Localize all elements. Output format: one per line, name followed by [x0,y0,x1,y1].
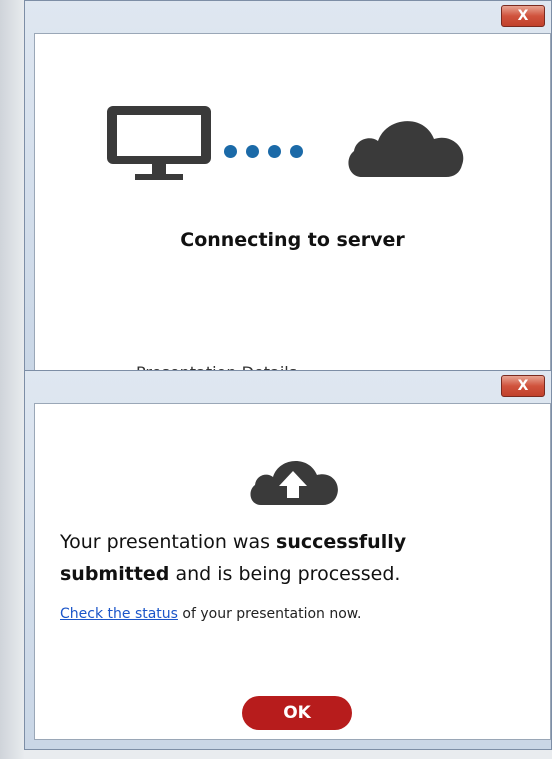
message-emphasis: submitted [60,563,170,585]
background-left-panel [0,0,24,759]
connecting-dialog: X Connecting to server [24,0,552,383]
ok-button[interactable]: OK [242,696,352,730]
check-status-link[interactable]: Check the status [60,606,178,622]
close-button[interactable]: X [501,375,545,397]
connection-dots [224,145,303,158]
connecting-status-text: Connecting to server [180,229,405,251]
dialog-titlebar[interactable]: X [25,1,551,33]
close-button[interactable]: X [501,5,545,27]
submission-success-dialog: X Your presentation was successfully sub… [24,370,552,750]
progress-dot [224,145,237,158]
message-text: and is being processed. [169,563,401,585]
cloud-icon [348,121,464,177]
progress-dot [246,145,259,158]
submission-message: Your presentation was successfully submi… [60,526,530,590]
cloud-upload-icon [250,460,338,505]
dialog-content: Connecting to server [34,33,551,373]
message-emphasis: successfully [276,531,407,553]
desktop-monitor-icon [107,106,211,180]
message-text: Your presentation was [60,531,277,553]
progress-dot [290,145,303,158]
status-suffix-text: of your presentation now. [177,606,362,622]
dialog-content: Your presentation was successfully submi… [34,403,551,740]
dialog-titlebar[interactable]: X [25,371,551,403]
status-line: Check the status of your presentation no… [60,606,361,622]
progress-dot [268,145,281,158]
